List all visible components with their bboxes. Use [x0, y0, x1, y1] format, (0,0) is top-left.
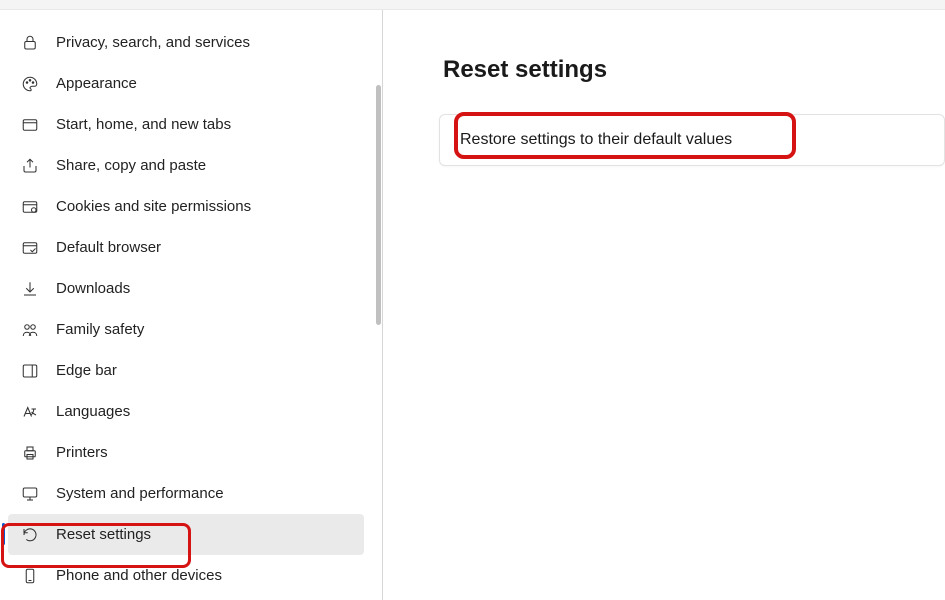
sidebar-item-family[interactable]: Family safety	[8, 309, 364, 350]
settings-layout: Privacy, search, and services Appearance…	[0, 10, 945, 600]
sidebar-item-downloads[interactable]: Downloads	[8, 268, 364, 309]
sidebar-item-label: Edge bar	[56, 362, 117, 379]
monitor-icon	[20, 484, 40, 504]
sidebar-item-system[interactable]: System and performance	[8, 473, 364, 514]
restore-defaults-label: Restore settings to their default values	[460, 131, 732, 148]
sidebar-item-label: System and performance	[56, 485, 224, 502]
sidebar-item-share[interactable]: Share, copy and paste	[8, 145, 364, 186]
sidebar-item-label: Default browser	[56, 239, 161, 256]
printer-icon	[20, 443, 40, 463]
sidebar-item-label: Downloads	[56, 280, 130, 297]
sidebar-item-label: Reset settings	[56, 526, 151, 543]
sidebar-item-default-browser[interactable]: Default browser	[8, 227, 364, 268]
sidebar-item-privacy[interactable]: Privacy, search, and services	[8, 22, 364, 63]
sidebar-item-label: Appearance	[56, 75, 137, 92]
sidebar-item-label: Family safety	[56, 321, 144, 338]
sidebar-item-label: Start, home, and new tabs	[56, 116, 231, 133]
page-title: Reset settings	[443, 56, 945, 84]
sidebar-item-languages[interactable]: Languages	[8, 391, 364, 432]
phone-icon	[20, 566, 40, 586]
sidebar-item-label: Phone and other devices	[56, 567, 222, 584]
sidebar-layout-icon	[20, 361, 40, 381]
sidebar-item-phone[interactable]: Phone and other devices	[8, 555, 364, 596]
sidebar-item-label: Cookies and site permissions	[56, 198, 251, 215]
palette-icon	[20, 74, 40, 94]
sidebar-item-label: Share, copy and paste	[56, 157, 206, 174]
sidebar-item-cookies[interactable]: Cookies and site permissions	[8, 186, 364, 227]
lock-icon	[20, 33, 40, 53]
settings-nav-list: Privacy, search, and services Appearance…	[8, 22, 364, 596]
sidebar-item-reset[interactable]: Reset settings	[8, 514, 364, 555]
sidebar-item-start[interactable]: Start, home, and new tabs	[8, 104, 364, 145]
window-toolbar-area	[0, 0, 945, 10]
language-icon	[20, 402, 40, 422]
sidebar-item-printers[interactable]: Printers	[8, 432, 364, 473]
share-icon	[20, 156, 40, 176]
reset-icon	[20, 525, 40, 545]
sidebar-item-appearance[interactable]: Appearance	[8, 63, 364, 104]
settings-sidebar: Privacy, search, and services Appearance…	[0, 10, 383, 600]
sidebar-item-label: Privacy, search, and services	[56, 34, 250, 51]
browser-check-icon	[20, 238, 40, 258]
download-icon	[20, 279, 40, 299]
tab-icon	[20, 115, 40, 135]
family-icon	[20, 320, 40, 340]
sidebar-item-label: Languages	[56, 403, 130, 420]
sidebar-item-edgebar[interactable]: Edge bar	[8, 350, 364, 391]
sidebar-item-label: Printers	[56, 444, 108, 461]
settings-main-panel: Reset settings Restore settings to their…	[383, 10, 945, 600]
cookies-settings-icon	[20, 197, 40, 217]
restore-defaults-button[interactable]: Restore settings to their default values	[439, 114, 945, 166]
